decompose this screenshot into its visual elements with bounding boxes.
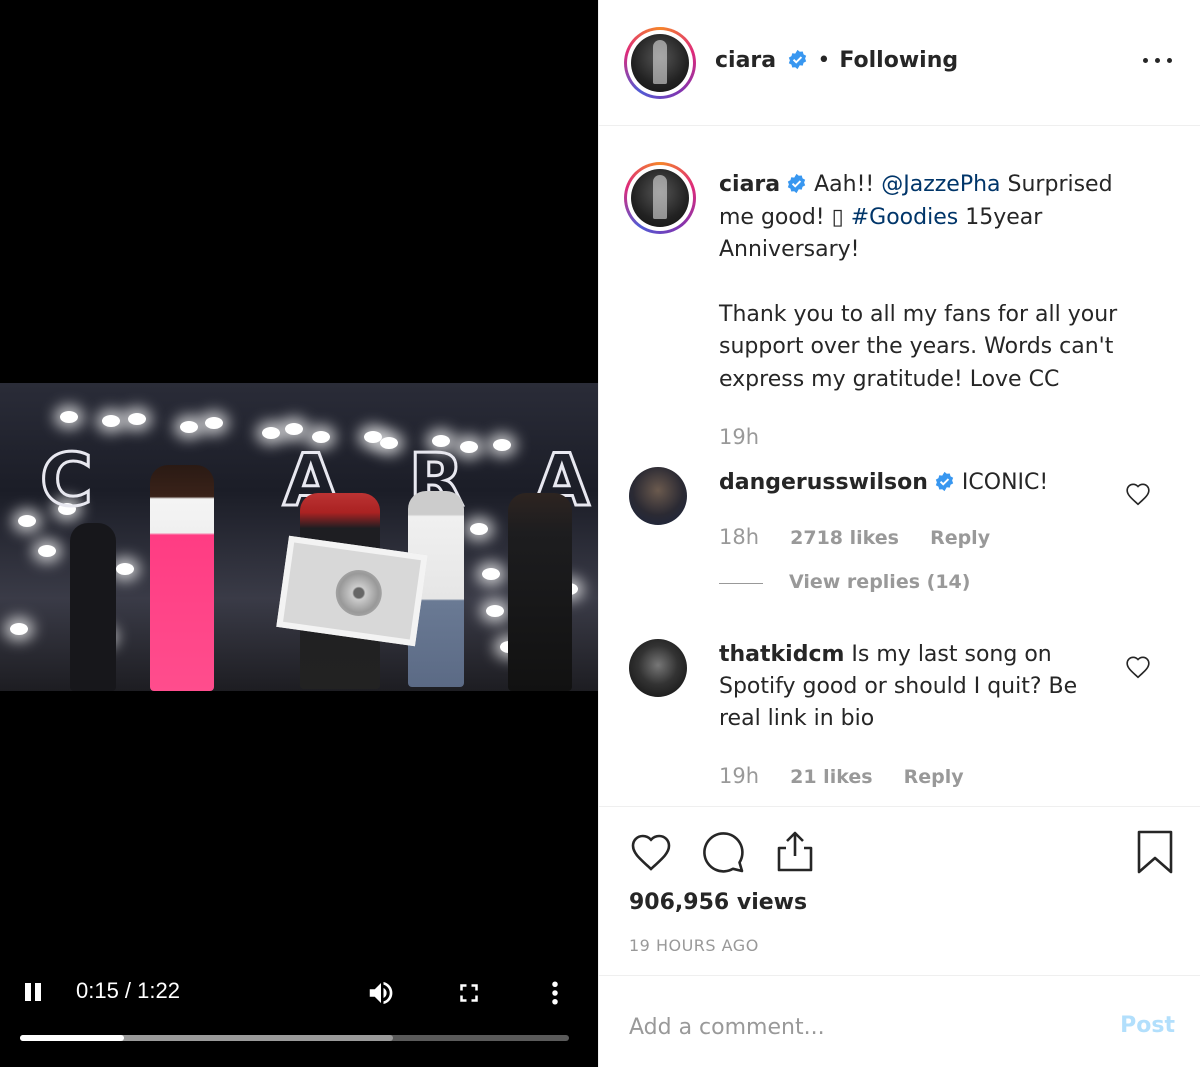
share-icon[interactable] <box>771 828 819 876</box>
heart-icon[interactable] <box>627 828 675 876</box>
bookmark-icon[interactable] <box>1131 828 1179 876</box>
kebab-icon[interactable] <box>540 978 570 1008</box>
pause-icon[interactable] <box>22 981 44 1003</box>
comment-likes[interactable]: 2718 likes <box>790 527 899 549</box>
like-comment-heart-icon[interactable] <box>1125 482 1151 506</box>
comments-list[interactable]: ciara Aah!! @JazzePha Surprised me good!… <box>599 127 1200 807</box>
post-button[interactable]: Post <box>1120 1013 1175 1038</box>
like-comment-heart-icon[interactable] <box>1125 655 1151 679</box>
verified-icon <box>935 471 954 492</box>
comment-icon[interactable] <box>699 828 747 876</box>
hashtag-link[interactable]: #Goodies <box>851 205 958 230</box>
comment-item: thatkidcm Is my last song on Spotify goo… <box>719 639 1109 735</box>
comment-username[interactable]: thatkidcm <box>719 642 844 667</box>
caption-username[interactable]: ciara <box>719 172 780 197</box>
following-button[interactable]: Following <box>839 48 958 73</box>
post-timestamp: 19 HOURS AGO <box>629 936 759 955</box>
caption-avatar[interactable] <box>624 162 696 234</box>
person-figure <box>70 523 116 691</box>
person-figure <box>508 493 572 691</box>
caption: ciara Aah!! @JazzePha Surprised me good!… <box>719 169 1129 454</box>
view-replies[interactable]: View replies (14) <box>719 571 970 593</box>
video-frame[interactable]: C A R A <box>0 383 598 691</box>
verified-icon <box>787 173 806 194</box>
post-header: ciara • Following <box>599 0 1200 126</box>
view-count[interactable]: 906,956 views <box>629 890 807 915</box>
comment-item: dangerusswilson ICONIC! <box>719 467 1119 499</box>
comment-meta: 18h 2718 likes Reply <box>719 525 990 549</box>
performer-figure <box>150 465 214 691</box>
comment-username[interactable]: dangerusswilson <box>719 470 928 495</box>
verified-icon <box>789 49 807 70</box>
comment-meta: 19h 21 likes Reply <box>719 764 964 788</box>
comment-likes[interactable]: 21 likes <box>790 766 872 788</box>
avatar[interactable] <box>624 27 696 99</box>
more-options-icon[interactable] <box>1143 50 1173 70</box>
video-controls: 0:15 / 1:22 <box>0 960 598 1067</box>
comment-time: 19h <box>719 764 760 788</box>
fullscreen-icon[interactable] <box>454 978 484 1008</box>
reply-button[interactable]: Reply <box>904 766 964 788</box>
caption-time: 19h <box>719 425 760 449</box>
video-progress-bar[interactable] <box>20 1035 569 1041</box>
post-side-panel: ciara • Following ciara Aah!! @JazzePha … <box>598 0 1200 1067</box>
mention-link[interactable]: @JazzePha <box>881 172 1000 197</box>
reply-button[interactable]: Reply <box>930 527 990 549</box>
post-actions: 906,956 views 19 HOURS AGO <box>599 808 1200 976</box>
progress-played <box>20 1035 125 1041</box>
add-comment-bar: Post <box>599 977 1200 1067</box>
volume-icon[interactable] <box>366 978 396 1008</box>
caption-paragraph: Thank you to all my fans for all your su… <box>719 301 1118 392</box>
comment-time: 18h <box>719 525 760 549</box>
view-replies-label[interactable]: View replies (14) <box>789 571 970 593</box>
comment-avatar[interactable] <box>629 639 687 697</box>
video-player[interactable]: C A R A 0:15 / 1:22 <box>0 0 598 1067</box>
video-time: 0:15 / 1:22 <box>76 978 180 1003</box>
comment-text: ICONIC! <box>961 470 1049 495</box>
separator-dot: • <box>817 48 831 73</box>
caption-text-1: Aah!! <box>807 172 882 197</box>
header-username[interactable]: ciara <box>715 48 776 73</box>
comment-avatar[interactable] <box>629 467 687 525</box>
comment-input[interactable] <box>629 1009 1099 1045</box>
award-plaque <box>276 535 428 647</box>
